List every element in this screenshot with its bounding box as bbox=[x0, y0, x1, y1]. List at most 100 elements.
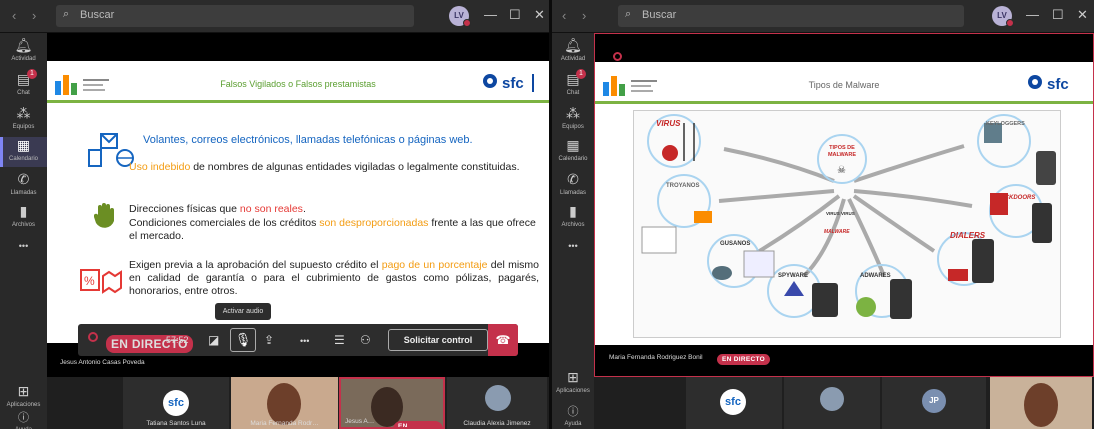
calendar-icon: ▦ bbox=[16, 137, 31, 153]
participant-tile[interactable] bbox=[784, 377, 880, 429]
sfc-logo-text: sfc bbox=[1047, 76, 1069, 93]
rail-actividad[interactable]: 🔔︎ Actividad bbox=[552, 37, 594, 67]
node-keyloggers: KEYLOGGERS bbox=[986, 121, 1025, 127]
presenter-name: Maria Fernanda Rodriguez Bonil bbox=[609, 354, 703, 361]
user-avatar[interactable]: LV bbox=[992, 6, 1014, 27]
record-icon bbox=[613, 52, 622, 61]
chat-toggle-button[interactable]: ☰ bbox=[334, 333, 345, 347]
rail-label: Calendario bbox=[8, 156, 39, 162]
rail-label: Archivos bbox=[561, 222, 585, 228]
apps-icon: ⊞ bbox=[17, 383, 30, 399]
hang-up-button[interactable]: ☎ bbox=[488, 324, 518, 356]
chat-badge: 1 bbox=[27, 69, 37, 79]
participant-photo bbox=[485, 385, 511, 411]
more-actions-button[interactable]: ••• bbox=[300, 336, 309, 346]
participant-name: Jesus A… bbox=[345, 418, 375, 425]
search-icon: ⌕ bbox=[625, 8, 632, 20]
share-screen-button[interactable]: ⇪ bbox=[264, 333, 274, 347]
rail-label: Calendario bbox=[558, 156, 588, 162]
rail-archivos[interactable]: ▮ Archivos bbox=[0, 203, 47, 233]
bullet-advance-payment: Exigen previa a la aprobación del supues… bbox=[129, 259, 539, 298]
rail-calendario[interactable]: ▦ Calendario bbox=[552, 137, 594, 167]
slide-title: Tipos de Malware bbox=[808, 80, 880, 90]
bell-icon: 🔔︎ bbox=[564, 37, 582, 53]
slide-header: Falsos Vigilados o Falsos prestamistas s… bbox=[47, 61, 549, 103]
node-virus: VIRUS bbox=[656, 119, 681, 128]
bullet-misuse: Uso indebido de nombres de algunas entid… bbox=[129, 161, 539, 174]
rail-ayuda[interactable]: ⓘAyuda bbox=[0, 409, 47, 429]
request-control-button[interactable]: Solicitar control bbox=[388, 329, 488, 351]
sfc-avatar: sfc bbox=[163, 390, 189, 416]
sfc-avatar: sfc bbox=[720, 389, 746, 415]
participant-tile[interactable]: Maria Fernanda Rodr… bbox=[231, 377, 338, 429]
user-avatar[interactable]: LV bbox=[449, 6, 471, 27]
rail-more[interactable]: ••• bbox=[0, 241, 47, 257]
participant-name: Tatiana Santos Luna bbox=[146, 420, 206, 427]
chat-icon: ▤ bbox=[16, 71, 31, 87]
meeting-stage: Tipos de Malware sfc ☠ VIRUS KEYLOGGERS … bbox=[594, 33, 1094, 377]
highlight-disproportionate: son desproporcionadas bbox=[319, 217, 429, 229]
avatar-initials: LV bbox=[997, 11, 1007, 20]
rail-ayuda[interactable]: ⓘAyuda bbox=[552, 403, 594, 427]
close-button[interactable]: ✕ bbox=[534, 7, 545, 23]
center-detail: VIRUS VIRUS bbox=[826, 211, 855, 216]
participant-tile[interactable]: JP bbox=[882, 377, 986, 429]
teams-icon: ⁂ bbox=[566, 105, 580, 121]
participant-tile[interactable]: Claudia Alexia Jimenez bbox=[447, 377, 547, 429]
help-icon: ⓘ bbox=[18, 412, 29, 424]
phone-icon: ✆ bbox=[17, 171, 30, 187]
rail-label: Llamadas bbox=[10, 190, 37, 196]
rail-label: Archivos bbox=[11, 222, 35, 228]
unmute-tooltip: Activar audio bbox=[215, 303, 271, 320]
more-icon: ••• bbox=[18, 241, 29, 251]
rail-calendario[interactable]: ▦ Calendario bbox=[0, 137, 47, 167]
record-icon bbox=[88, 332, 98, 342]
rail-aplicaciones[interactable]: ⊞ Aplicaciones bbox=[552, 369, 594, 395]
rail-equipos[interactable]: ⁂ Equipos bbox=[0, 105, 47, 135]
bullet-conditions: Condiciones comerciales de los créditos … bbox=[129, 217, 539, 243]
mic-muted-button[interactable]: 🎙︎ bbox=[230, 328, 256, 352]
forward-button[interactable]: › bbox=[582, 8, 586, 23]
rail-llamadas[interactable]: ✆ Llamadas bbox=[552, 171, 594, 201]
rail-more[interactable]: ••• bbox=[552, 241, 594, 257]
back-button[interactable]: ‹ bbox=[562, 8, 566, 23]
participant-avatar-jp: JP bbox=[922, 389, 946, 413]
minimize-button[interactable]: — bbox=[1026, 7, 1039, 22]
participant-tile[interactable] bbox=[990, 377, 1092, 429]
maximize-button[interactable]: ☐ bbox=[1052, 7, 1064, 23]
rail-aplicaciones[interactable]: ⊞ Aplicaciones bbox=[0, 383, 47, 409]
maximize-button[interactable]: ☐ bbox=[509, 7, 521, 23]
bell-icon: 🔔︎ bbox=[14, 37, 33, 53]
node-spyware: SPYWARE bbox=[778, 273, 809, 279]
shared-slide: Tipos de Malware sfc ☠ VIRUS KEYLOGGERS … bbox=[595, 62, 1093, 345]
forward-button[interactable]: › bbox=[32, 8, 36, 23]
participants-button[interactable]: ⚇ bbox=[360, 333, 371, 347]
rail-llamadas[interactable]: ✆ Llamadas bbox=[0, 171, 47, 201]
rail-chat[interactable]: ▤ 1 Chat bbox=[552, 69, 594, 101]
rail-chat[interactable]: ▤ 1 Chat bbox=[0, 69, 47, 101]
participant-tile[interactable]: sfc Tatiana Santos Luna bbox=[123, 377, 229, 429]
malware-mindmap: ☠ VIRUS KEYLOGGERS TROYANOS BACKDOORS GU… bbox=[633, 110, 1061, 338]
rail-label: Equipos bbox=[12, 124, 35, 130]
apps-icon: ⊞ bbox=[567, 369, 579, 385]
rail-actividad[interactable]: 🔔︎ Actividad bbox=[0, 37, 47, 67]
chat-icon: ▤ bbox=[566, 71, 580, 87]
avatar-initials: LV bbox=[454, 11, 464, 20]
rail-equipos[interactable]: ⁂ Equipos bbox=[552, 105, 594, 135]
participant-photo bbox=[820, 387, 844, 411]
search-placeholder: Buscar bbox=[642, 9, 677, 21]
participant-tile[interactable]: sfc bbox=[686, 377, 782, 429]
title-bar: ‹ › ⌕ Buscar LV — ☐ ✕ bbox=[0, 0, 549, 33]
participant-tile-active[interactable]: EN DIRECTO Jesus A… bbox=[339, 377, 445, 429]
search-input[interactable]: ⌕ Buscar bbox=[618, 5, 964, 27]
camera-off-button[interactable]: ◪ bbox=[208, 333, 219, 347]
minimize-button[interactable]: — bbox=[484, 7, 497, 22]
rail-label: Chat bbox=[17, 90, 30, 96]
rail-archivos[interactable]: ▮ Archivos bbox=[552, 203, 594, 233]
back-button[interactable]: ‹ bbox=[12, 8, 16, 23]
live-badge: EN DIRECTO bbox=[717, 354, 770, 365]
search-icon: ⌕ bbox=[63, 8, 70, 20]
sfc-logo-text: sfc bbox=[502, 75, 524, 92]
search-input[interactable]: ⌕ Buscar bbox=[56, 5, 414, 27]
close-button[interactable]: ✕ bbox=[1077, 7, 1088, 23]
